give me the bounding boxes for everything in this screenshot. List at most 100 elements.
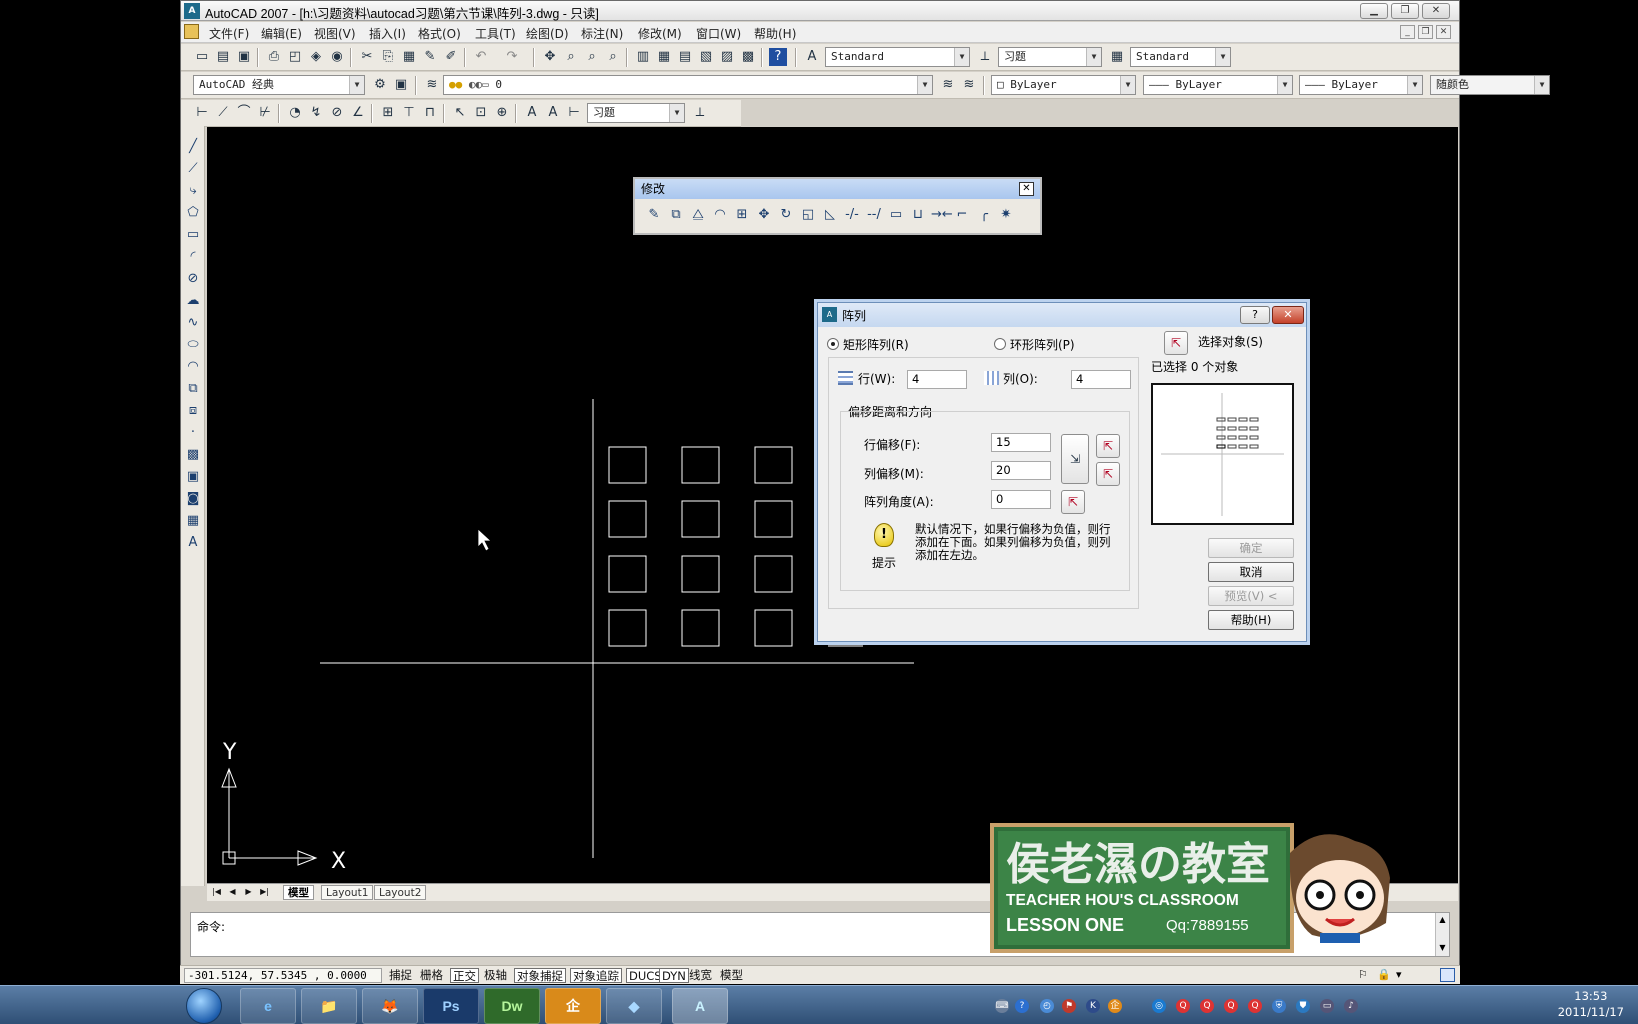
dim-style-icon[interactable]: ⟂ <box>976 48 994 66</box>
array-dialog-titlebar[interactable]: A 阵列 ? ✕ <box>818 303 1306 327</box>
center-mark-icon[interactable]: ⊕ <box>493 104 511 122</box>
tab-model[interactable]: 模型 <box>283 885 314 900</box>
explode-icon[interactable]: ✷ <box>997 206 1015 224</box>
tray-keyboard-icon[interactable]: ⌨ <box>995 999 1009 1013</box>
tray-clock-icon[interactable]: ◴ <box>1040 999 1054 1013</box>
table-icon[interactable]: ▦ <box>184 512 202 530</box>
arc-length-icon[interactable]: ⌒ <box>235 104 253 122</box>
menu-format[interactable]: 格式(O) <box>418 25 461 42</box>
taskbar-dreamweaver[interactable]: Dw <box>484 988 540 1024</box>
communication-center-icon[interactable]: ⚐ <box>1358 968 1373 982</box>
rect-array-label[interactable]: 矩形阵列(R) <box>843 336 909 353</box>
join-icon[interactable]: →← <box>931 206 953 224</box>
tolerance-icon[interactable]: ⊡ <box>472 104 490 122</box>
tray-enterprise-icon[interactable]: 企 <box>1108 999 1122 1013</box>
maximize-button[interactable]: ❐ <box>1391 3 1419 19</box>
rectangle-icon[interactable]: ▭ <box>184 226 202 244</box>
diameter-dim-icon[interactable]: ⊘ <box>328 104 346 122</box>
markup-icon[interactable]: ▨ <box>718 48 736 66</box>
circle-icon[interactable]: ⊘ <box>184 270 202 288</box>
tray-display-icon[interactable]: ▭ <box>1320 999 1334 1013</box>
copy-object-icon[interactable]: ⧉ <box>667 206 685 224</box>
menu-tools[interactable]: 工具(T) <box>475 25 516 42</box>
status-tray-settings-icon[interactable]: ▾ <box>1396 968 1411 982</box>
taskbar-explorer[interactable]: 📁 <box>301 988 357 1024</box>
tab-layout1[interactable]: Layout1 <box>321 885 374 900</box>
continue-dim-icon[interactable]: ⊓ <box>421 104 439 122</box>
dialog-help-button[interactable]: ? <box>1240 306 1270 324</box>
otrack-toggle[interactable]: 对象追踪 <box>570 968 622 983</box>
rows-input[interactable]: 4 <box>907 370 967 389</box>
dim-style-combo[interactable]: 习题 ▼ <box>998 47 1102 67</box>
paste-icon[interactable]: ▦ <box>400 48 418 66</box>
region-icon[interactable]: ◙ <box>184 490 202 508</box>
menu-view[interactable]: 视图(V) <box>314 25 356 42</box>
preview-button[interactable]: 预览(V) < <box>1208 586 1294 606</box>
tray-help-icon[interactable]: ? <box>1015 999 1029 1013</box>
select-objects-button[interactable]: ⇱ <box>1164 331 1188 355</box>
taskbar-autocad[interactable]: A <box>672 988 728 1024</box>
coordinate-display[interactable]: -301.5124, 57.5345 , 0.0000 <box>184 968 382 983</box>
tray-shield-icon[interactable]: ⛨ <box>1272 999 1286 1013</box>
gradient-icon[interactable]: ▣ <box>184 468 202 486</box>
doc-restore-button[interactable]: ❐ <box>1418 25 1433 39</box>
prev-tab-button[interactable]: ◀ <box>226 886 239 899</box>
redo-icon[interactable]: ↷ <box>503 48 521 66</box>
polar-array-label[interactable]: 环形阵列(P) <box>1010 336 1075 353</box>
array-icon[interactable]: ⊞ <box>733 206 751 224</box>
workspace-combo[interactable]: AutoCAD 经典 ▼ <box>193 75 365 95</box>
properties-icon[interactable]: ▥ <box>634 48 652 66</box>
dim-update-icon[interactable]: ⊢ <box>565 104 583 122</box>
cancel-button[interactable]: 取消 <box>1208 562 1294 582</box>
multiline-text-icon[interactable]: A <box>184 534 202 552</box>
menu-edit[interactable]: 编辑(E) <box>261 25 302 42</box>
title-bar[interactable]: A AutoCAD 2007 - [h:\习题资料\autocad习题\第六节课… <box>181 1 1459 21</box>
modify-toolbar-title[interactable]: 修改 <box>635 179 1040 199</box>
hatch-icon[interactable]: ▩ <box>184 446 202 464</box>
taskbar-ie[interactable]: e <box>240 988 296 1024</box>
tray-network-icon[interactable]: ◎ <box>1152 999 1166 1013</box>
tray-qq-icon[interactable]: Q <box>1248 999 1262 1013</box>
dim-edit-icon[interactable]: A <box>523 104 541 122</box>
zoom-realtime-icon[interactable]: ⌕ <box>562 48 580 66</box>
tray-security-icon[interactable]: ⛊ <box>1296 999 1310 1013</box>
polyline-icon[interactable]: ⤷ <box>184 182 202 200</box>
polygon-icon[interactable]: ⬠ <box>184 204 202 222</box>
3d-dwf-icon[interactable]: ◉ <box>328 48 346 66</box>
next-tab-button[interactable]: ▶ <box>242 886 255 899</box>
columns-input[interactable]: 4 <box>1071 370 1131 389</box>
dim-style-combo-2[interactable]: 习题 ▼ <box>587 103 685 123</box>
taskbar-app-7[interactable]: ◆ <box>606 988 662 1024</box>
layer-combo[interactable]: ●● ◐◐▭ 0 ▼ <box>443 75 933 95</box>
pick-angle-button[interactable]: ⇱ <box>1061 490 1085 514</box>
document-icon[interactable] <box>184 24 199 39</box>
publish-icon[interactable]: ◈ <box>307 48 325 66</box>
autocad-app-icon[interactable]: A <box>184 3 200 19</box>
chamfer-icon[interactable]: ⌐ <box>953 206 971 224</box>
doc-minimize-button[interactable]: _ <box>1400 25 1415 39</box>
pick-both-offsets-button[interactable]: ⇲ <box>1061 434 1089 484</box>
angular-dim-icon[interactable]: ∠ <box>349 104 367 122</box>
linetype-combo[interactable]: ——— ByLayer ▼ <box>1143 75 1293 95</box>
doc-close-button[interactable]: ✕ <box>1436 25 1451 39</box>
modify-toolbar-close[interactable]: ✕ <box>1019 182 1034 196</box>
clean-screen-icon[interactable] <box>1440 968 1455 982</box>
tray-volume-icon[interactable]: ♪ <box>1344 999 1358 1013</box>
tray-qq-icon[interactable]: Q <box>1224 999 1238 1013</box>
lineweight-combo[interactable]: ——— ByLayer ▼ <box>1299 75 1423 95</box>
extend-icon[interactable]: --/ <box>865 206 883 224</box>
trim-icon[interactable]: -/- <box>843 206 861 224</box>
rect-array-radio[interactable] <box>827 338 839 350</box>
layer-previous-icon[interactable]: ≋ <box>960 76 978 94</box>
new-icon[interactable]: ▭ <box>193 48 211 66</box>
break-icon[interactable]: ⊔ <box>909 206 927 224</box>
close-button[interactable]: ✕ <box>1422 3 1450 19</box>
layer-manager-icon[interactable]: ≋ <box>423 76 441 94</box>
help-icon[interactable]: ? <box>769 48 787 66</box>
save-icon[interactable]: ▣ <box>235 48 253 66</box>
dyn-toggle[interactable]: DYN <box>659 968 689 983</box>
design-center-icon[interactable]: ▦ <box>655 48 673 66</box>
break-at-point-icon[interactable]: ▭ <box>887 206 905 224</box>
undo-icon[interactable]: ↶ <box>472 48 490 66</box>
help-button[interactable]: 帮助(H) <box>1208 610 1294 630</box>
